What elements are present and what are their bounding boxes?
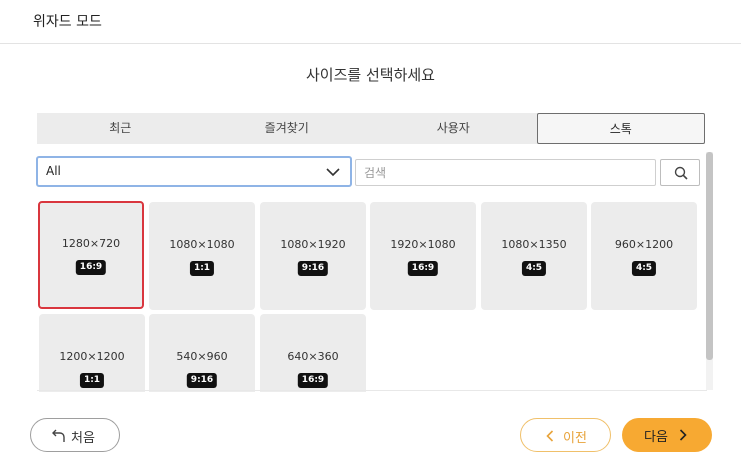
divider [37, 390, 707, 391]
size-card[interactable]: 1200×1200 1:1 [39, 314, 145, 392]
page-heading: 사이즈를 선택하세요 [306, 66, 435, 84]
prev-button-label: 이전 [563, 430, 587, 445]
size-label: 1080×1350 [501, 238, 567, 251]
next-button-label: 다음 [644, 429, 668, 444]
tab-stock[interactable]: 스톡 [536, 113, 705, 144]
size-card[interactable]: 1920×1080 16:9 [370, 202, 476, 310]
tab-bar: 최근 즐겨찾기 사용자 스톡 [37, 113, 705, 144]
scrollbar-thumb[interactable] [706, 152, 713, 360]
size-card[interactable]: 540×960 9:16 [149, 314, 255, 392]
ratio-badge: 16:9 [407, 261, 439, 276]
size-card[interactable]: 1080×1350 4:5 [481, 202, 587, 310]
tab-favorites[interactable]: 즐겨찾기 [204, 113, 371, 144]
tab-recent[interactable]: 최근 [37, 113, 204, 144]
category-select[interactable]: All [36, 156, 352, 187]
chevron-left-icon [546, 430, 554, 442]
size-card[interactable]: 1080×1080 1:1 [149, 202, 255, 310]
ratio-badge: 9:16 [186, 373, 218, 388]
category-select-value: All [46, 164, 61, 178]
title-bar: 위자드 모드 [0, 0, 741, 44]
search-input[interactable] [355, 159, 656, 186]
return-arrow-icon [52, 429, 65, 442]
ratio-badge: 4:5 [521, 261, 547, 276]
search-icon [674, 166, 688, 180]
size-grid: 1280×720 16:9 1080×1080 1:1 1080×1920 9:… [37, 200, 702, 392]
ratio-badge: 1:1 [189, 261, 215, 276]
size-label: 1080×1920 [280, 238, 346, 251]
ratio-badge: 9:16 [297, 261, 329, 276]
size-label: 1080×1080 [169, 238, 235, 251]
ratio-badge: 4:5 [631, 261, 657, 276]
size-label: 540×960 [176, 350, 228, 363]
size-label: 640×360 [287, 350, 339, 363]
size-label: 1280×720 [61, 237, 121, 250]
ratio-badge: 16:9 [75, 260, 107, 275]
size-card[interactable]: 1080×1920 9:16 [260, 202, 366, 310]
size-card[interactable]: 960×1200 4:5 [591, 202, 697, 310]
next-button[interactable]: 다음 [622, 418, 712, 452]
size-card[interactable]: 1280×720 16:9 [38, 201, 144, 309]
window-title: 위자드 모드 [33, 14, 102, 30]
first-button-label: 처음 [71, 430, 95, 445]
size-label: 1200×1200 [59, 350, 125, 363]
size-label: 960×1200 [614, 238, 674, 251]
size-label: 1920×1080 [390, 238, 456, 251]
first-button[interactable]: 처음 [30, 418, 120, 452]
chevron-down-icon [326, 168, 340, 177]
prev-button[interactable]: 이전 [520, 418, 611, 452]
tab-user[interactable]: 사용자 [370, 113, 537, 144]
search-button[interactable] [660, 159, 700, 186]
size-card[interactable]: 640×360 16:9 [260, 314, 366, 392]
ratio-badge: 1:1 [79, 373, 105, 388]
chevron-right-icon [679, 429, 687, 441]
ratio-badge: 16:9 [297, 373, 329, 388]
